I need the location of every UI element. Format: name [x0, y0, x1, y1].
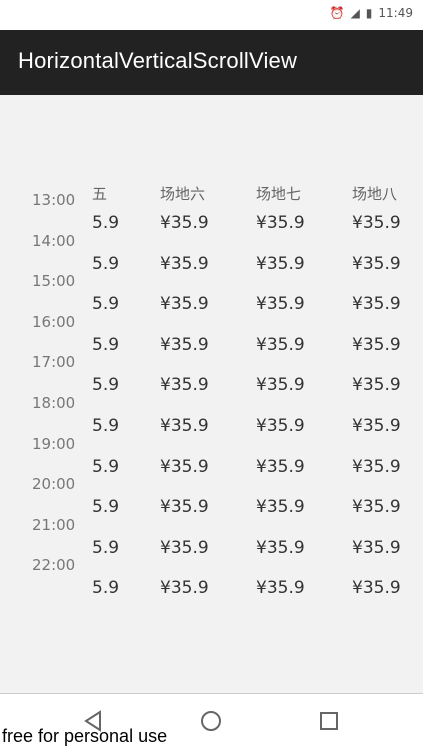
price-cell[interactable]: ¥35.9 [352, 416, 401, 436]
price-cell[interactable]: ¥35.9 [160, 538, 209, 558]
price-cell[interactable]: ¥35.9 [352, 578, 401, 598]
price-cell[interactable]: ¥35.9 [256, 578, 305, 598]
price-cell[interactable]: ¥35.9 [256, 457, 305, 477]
alarm-icon: ⏰ [329, 6, 345, 20]
price-cell[interactable]: ¥35.9 [160, 457, 209, 477]
no-sim-icon: ▮ [365, 6, 373, 20]
recents-icon [320, 712, 338, 730]
price-cell[interactable]: ¥35.9 [352, 497, 401, 517]
app-title: HorizontalVerticalScrollView [18, 48, 298, 73]
price-cell[interactable]: ¥35.9 [256, 254, 305, 274]
price-cell[interactable]: ¥35.9 [256, 538, 305, 558]
watermark-text: free for personal use [2, 726, 168, 746]
price-cell[interactable]: ¥35.9 [352, 375, 401, 395]
price-cell[interactable]: 5.9 [92, 578, 119, 598]
app-bar: HorizontalVerticalScrollView [0, 30, 423, 95]
price-cell[interactable]: 5.9 [92, 497, 119, 517]
price-cell[interactable]: ¥35.9 [160, 254, 209, 274]
status-time: 11:49 [378, 6, 413, 20]
status-bar: ⏰ ◢ ▮ 11:49 [0, 0, 423, 30]
price-cell[interactable]: 5.9 [92, 335, 119, 355]
schedule-content[interactable]: 五场地六 场地七 场地八 13:00 14:00 15:00 16:00 17:00 18:0… [0, 95, 423, 693]
price-cell[interactable]: 5.9 [92, 538, 119, 558]
price-cell[interactable]: ¥35.9 [160, 497, 209, 517]
price-cell[interactable]: ¥35.9 [256, 497, 305, 517]
price-cell[interactable]: 5.9 [92, 416, 119, 436]
price-cell[interactable]: 5.9 [92, 254, 119, 274]
price-cell[interactable]: ¥35.9 [352, 457, 401, 477]
price-cell[interactable]: ¥35.9 [160, 213, 209, 233]
price-cell[interactable]: ¥35.9 [256, 213, 305, 233]
price-cell[interactable]: ¥35.9 [160, 578, 209, 598]
price-cell[interactable]: ¥35.9 [352, 254, 401, 274]
price-cell[interactable]: ¥35.9 [160, 416, 209, 436]
signal-icon: ◢ [350, 6, 360, 20]
price-cell[interactable]: ¥35.9 [256, 335, 305, 355]
price-cell[interactable]: ¥35.9 [352, 294, 401, 314]
price-cell[interactable]: ¥35.9 [160, 335, 209, 355]
price-cell[interactable]: 5.9 [92, 457, 119, 477]
status-icons: ⏰ ◢ ▮ 11:49 [330, 6, 413, 20]
recents-button[interactable] [316, 708, 342, 734]
price-cell[interactable]: ¥35.9 [160, 375, 209, 395]
price-cell[interactable]: ¥35.9 [352, 538, 401, 558]
home-icon [201, 711, 221, 731]
price-cell[interactable]: ¥35.9 [352, 213, 401, 233]
price-cell[interactable]: 5.9 [92, 375, 119, 395]
price-cell[interactable]: 5.9 [92, 294, 119, 314]
price-cell[interactable]: ¥35.9 [256, 416, 305, 436]
price-cell[interactable]: 5.9 [92, 213, 119, 233]
price-cell[interactable]: ¥35.9 [256, 375, 305, 395]
home-button[interactable] [198, 708, 224, 734]
price-cell[interactable]: ¥35.9 [160, 294, 209, 314]
price-cell[interactable]: ¥35.9 [352, 335, 401, 355]
price-cell[interactable]: ¥35.9 [256, 294, 305, 314]
price-grid[interactable]: 5.9 ¥35.9 ¥35.9 ¥35.9 5.9 ¥35.9 ¥35.9 ¥35.9 5.9 ¥… [0, 95, 423, 693]
